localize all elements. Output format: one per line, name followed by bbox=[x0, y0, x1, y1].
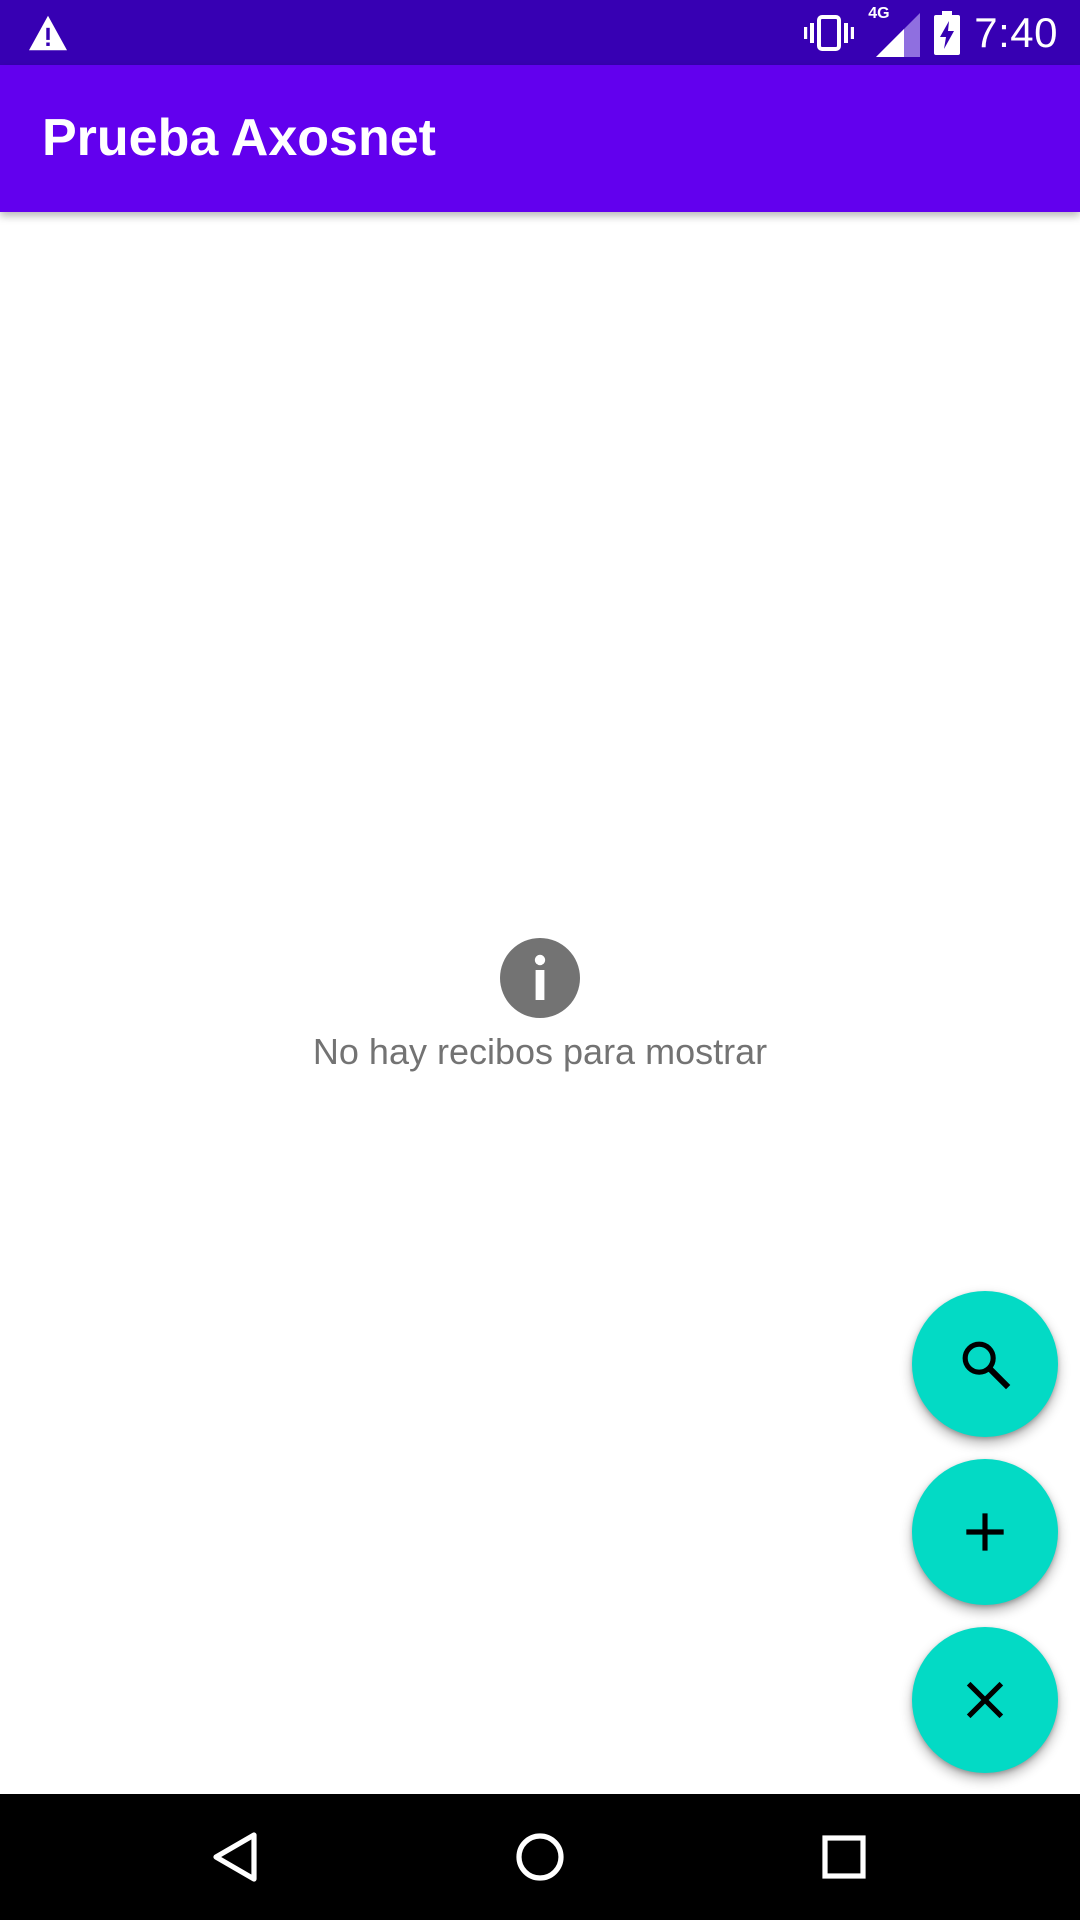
empty-state-message: No hay recibos para mostrar bbox=[312, 1031, 768, 1072]
status-bar: 4G 7:40 bbox=[0, 0, 1080, 65]
home-icon bbox=[516, 1833, 564, 1881]
search-fab-button[interactable] bbox=[912, 1291, 1058, 1437]
add-fab-button[interactable] bbox=[912, 1459, 1058, 1605]
info-icon bbox=[500, 938, 580, 1018]
app-bar: Prueba Axosnet bbox=[0, 65, 1080, 212]
empty-state: No hay recibos para mostrar bbox=[0, 938, 1080, 1073]
navigation-bar bbox=[0, 1794, 1080, 1920]
screen: 4G 7:40 Prueba Axosnet No hay recibos pa… bbox=[0, 0, 1080, 1920]
battery-charging-icon bbox=[934, 10, 961, 55]
back-icon bbox=[213, 1832, 257, 1882]
nav-back-button[interactable] bbox=[176, 1794, 296, 1920]
status-time: 7:40 bbox=[974, 8, 1058, 56]
signal-4g-icon: 4G bbox=[868, 5, 921, 57]
close-icon bbox=[966, 1681, 1004, 1719]
search-icon bbox=[962, 1341, 1011, 1390]
warning-icon bbox=[29, 15, 67, 51]
nav-recents-button[interactable] bbox=[784, 1794, 904, 1920]
close-fab-button[interactable] bbox=[912, 1627, 1058, 1773]
app-title: Prueba Axosnet bbox=[42, 109, 436, 167]
vibrate-icon bbox=[804, 14, 855, 51]
recents-icon bbox=[822, 1835, 866, 1879]
add-icon bbox=[966, 1513, 1004, 1551]
nav-home-button[interactable] bbox=[480, 1794, 600, 1920]
status-icons: 4G 7:40 bbox=[804, 0, 1058, 65]
